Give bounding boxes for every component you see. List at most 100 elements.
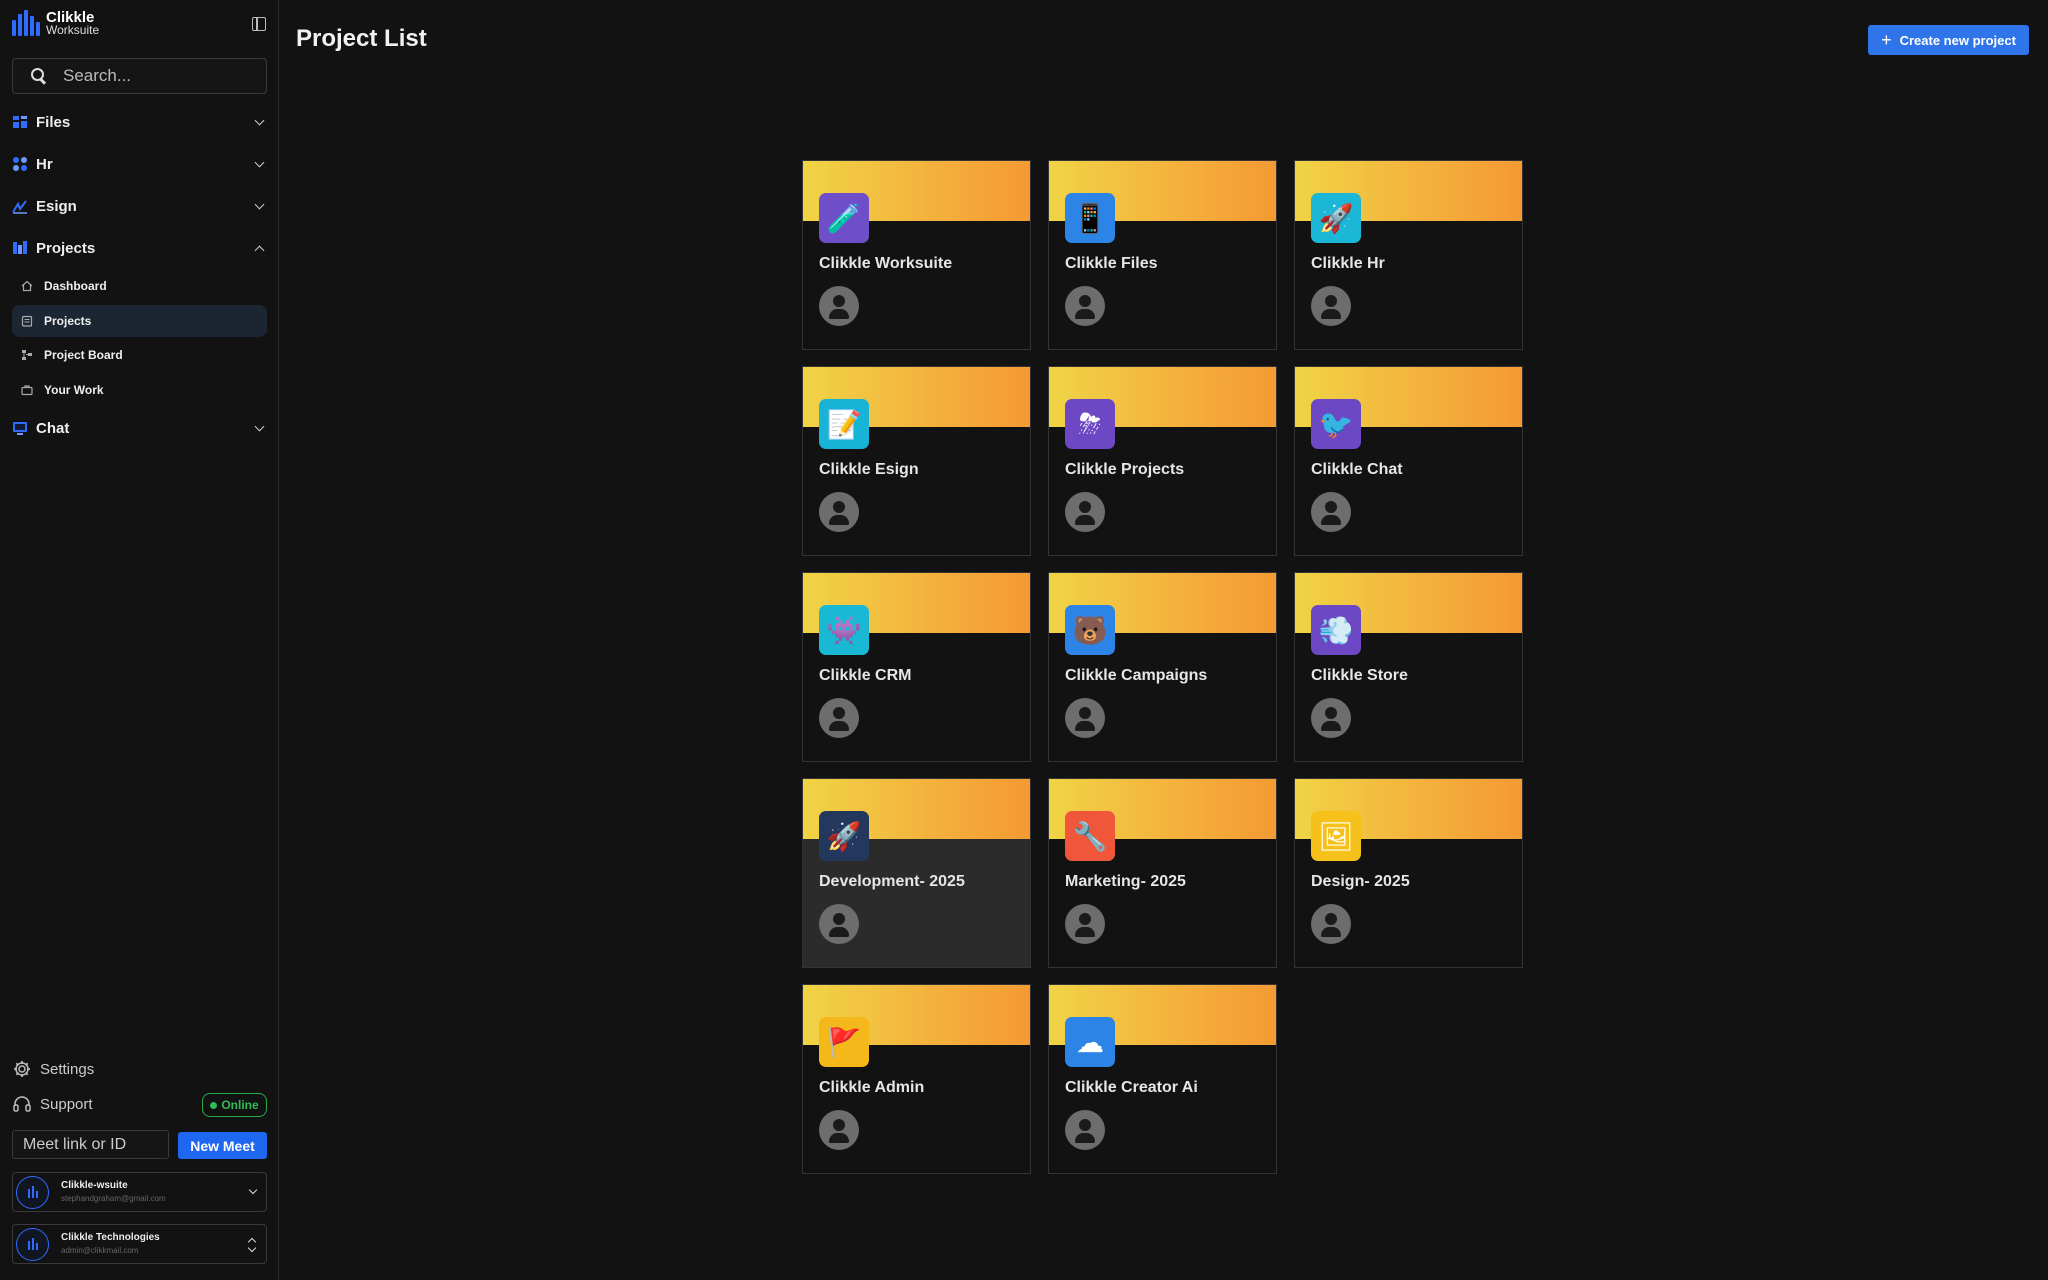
project-card[interactable]: 🔧 Marketing- 2025 bbox=[1048, 778, 1277, 968]
phone-icon: 📱 bbox=[1065, 193, 1115, 243]
member-avatar-icon[interactable] bbox=[1311, 698, 1351, 738]
project-name: Marketing- 2025 bbox=[1065, 873, 1186, 890]
sidebar-item-label: Files bbox=[36, 113, 71, 131]
project-card[interactable]: 👾 Clikkle CRM bbox=[802, 572, 1031, 762]
space-rocket-icon: 🚀 bbox=[819, 811, 869, 861]
account-avatar bbox=[16, 1227, 49, 1261]
sidebar-item-label: Projects bbox=[36, 239, 96, 257]
project-name: Clikkle Esign bbox=[819, 461, 919, 478]
sidebar-item-files[interactable]: Files bbox=[12, 107, 267, 137]
sidebar-item-hr[interactable]: Hr bbox=[12, 149, 267, 179]
search-input[interactable] bbox=[63, 66, 243, 86]
bear-icon: 🐻 bbox=[1065, 605, 1115, 655]
project-name: Clikkle Creator Ai bbox=[1065, 1079, 1198, 1096]
account-name: Clikkle Technologies bbox=[61, 1231, 160, 1243]
home-icon bbox=[21, 280, 33, 292]
project-card[interactable]: 🚩 Clikkle Admin bbox=[802, 984, 1031, 1174]
project-card[interactable]: ☁ Clikkle Creator Ai bbox=[1048, 984, 1277, 1174]
new-meet-button[interactable]: New Meet bbox=[178, 1132, 267, 1159]
project-card[interactable]: 🚀 Development- 2025 bbox=[802, 778, 1031, 968]
member-avatar-icon[interactable] bbox=[1065, 286, 1105, 326]
project-card[interactable]: 🐻 Clikkle Campaigns bbox=[1048, 572, 1277, 762]
member-avatar-icon[interactable] bbox=[1065, 904, 1105, 944]
member-avatar-icon[interactable] bbox=[819, 492, 859, 532]
app-logo[interactable]: Clikkle Worksuite bbox=[12, 10, 99, 38]
account-switcher-organization[interactable]: Clikkle Technologies admin@clikkmail.com bbox=[12, 1224, 267, 1264]
sidebar-item-projects[interactable]: Projects bbox=[12, 233, 267, 263]
meet-link-input[interactable] bbox=[12, 1130, 169, 1159]
sidebar-subitem-label: Dashboard bbox=[44, 279, 107, 293]
chevron-down-icon bbox=[254, 115, 265, 126]
project-card[interactable]: 🚀 Clikkle Hr bbox=[1294, 160, 1523, 350]
project-name: Clikkle Projects bbox=[1065, 461, 1185, 478]
support-link[interactable]: Support bbox=[12, 1094, 93, 1114]
sidebar-toggle-icon[interactable] bbox=[252, 17, 266, 31]
sidebar-subitem-dashboard[interactable]: Dashboard bbox=[12, 270, 267, 302]
create-project-button[interactable]: + Create new project bbox=[1868, 25, 2029, 55]
status-badge[interactable]: Online bbox=[202, 1093, 267, 1117]
sidebar: Clikkle Worksuite Files Hr Esign bbox=[0, 0, 279, 1280]
chevron-down-icon bbox=[248, 1185, 258, 1195]
status-label: Online bbox=[221, 1098, 259, 1112]
project-name: Clikkle Hr bbox=[1311, 255, 1385, 272]
member-avatar-icon[interactable] bbox=[1065, 492, 1105, 532]
briefcase-icon bbox=[21, 385, 33, 396]
chevron-down-icon bbox=[254, 157, 265, 168]
chat-icon bbox=[13, 422, 27, 435]
account-email: admin@clikkmail.com bbox=[61, 1245, 139, 1255]
sidebar-item-label: Chat bbox=[36, 419, 70, 437]
project-name: Clikkle Store bbox=[1311, 667, 1408, 684]
settings-link[interactable]: Settings bbox=[12, 1059, 94, 1079]
member-avatar-icon[interactable] bbox=[1311, 492, 1351, 532]
search-icon bbox=[29, 66, 49, 86]
member-avatar-icon[interactable] bbox=[1065, 698, 1105, 738]
project-card[interactable]: 🖼 Design- 2025 bbox=[1294, 778, 1523, 968]
wrench-icon: 🔧 bbox=[1065, 811, 1115, 861]
member-avatar-icon[interactable] bbox=[819, 286, 859, 326]
rocket-icon: 🚀 bbox=[1311, 193, 1361, 243]
project-name: Clikkle CRM bbox=[819, 667, 912, 684]
sidebar-item-label: Esign bbox=[36, 197, 77, 215]
sidebar-item-esign[interactable]: Esign bbox=[12, 191, 267, 221]
project-card[interactable]: 📱 Clikkle Files bbox=[1048, 160, 1277, 350]
chevron-up-icon bbox=[254, 245, 265, 256]
project-card[interactable]: 📝 Clikkle Esign bbox=[802, 366, 1031, 556]
member-avatar-icon[interactable] bbox=[1065, 1110, 1105, 1150]
flag-icon: 🚩 bbox=[819, 1017, 869, 1067]
account-avatar bbox=[16, 1175, 49, 1209]
member-avatar-icon[interactable] bbox=[1311, 904, 1351, 944]
sidebar-subitem-projects[interactable]: Projects bbox=[12, 305, 267, 337]
project-card[interactable]: 🐦 Clikkle Chat bbox=[1294, 366, 1523, 556]
hairdryer-icon: 💨 bbox=[1311, 605, 1361, 655]
account-switcher-personal[interactable]: Clikkle-wsuite stephandgraham@gmail.com bbox=[12, 1172, 267, 1212]
status-dot-icon bbox=[210, 1101, 218, 1109]
sidebar-subitem-your-work[interactable]: Your Work bbox=[12, 374, 267, 406]
page-title: Project List bbox=[296, 25, 427, 52]
project-card[interactable]: 🧪 Clikkle Worksuite bbox=[802, 160, 1031, 350]
board-icon bbox=[22, 350, 32, 360]
member-avatar-icon[interactable] bbox=[819, 698, 859, 738]
member-avatar-icon[interactable] bbox=[819, 904, 859, 944]
potion-icon: 🧪 bbox=[819, 193, 869, 243]
chevron-down-icon bbox=[254, 421, 265, 432]
project-card[interactable]: ⛈ Clikkle Projects bbox=[1048, 366, 1277, 556]
account-name: Clikkle-wsuite bbox=[61, 1179, 128, 1191]
member-avatar-icon[interactable] bbox=[1311, 286, 1351, 326]
easel-icon: 🖼 bbox=[1311, 811, 1361, 861]
settings-label: Settings bbox=[40, 1060, 95, 1078]
projects-icon bbox=[13, 241, 27, 254]
notepad-icon: 📝 bbox=[819, 399, 869, 449]
account-email: stephandgraham@gmail.com bbox=[61, 1193, 166, 1203]
search-box[interactable] bbox=[12, 58, 267, 94]
sidebar-item-chat[interactable]: Chat bbox=[12, 413, 267, 443]
project-name: Clikkle Chat bbox=[1311, 461, 1403, 478]
create-project-label: Create new project bbox=[1899, 32, 2016, 48]
project-name: Clikkle Admin bbox=[819, 1079, 925, 1096]
monster-icon: 👾 bbox=[819, 605, 869, 655]
sidebar-item-label: Hr bbox=[36, 155, 53, 173]
sidebar-subitem-label: Projects bbox=[44, 314, 92, 328]
member-avatar-icon[interactable] bbox=[819, 1110, 859, 1150]
project-card[interactable]: 💨 Clikkle Store bbox=[1294, 572, 1523, 762]
sidebar-subitem-project-board[interactable]: Project Board bbox=[12, 339, 267, 371]
project-name: Clikkle Campaigns bbox=[1065, 667, 1208, 684]
